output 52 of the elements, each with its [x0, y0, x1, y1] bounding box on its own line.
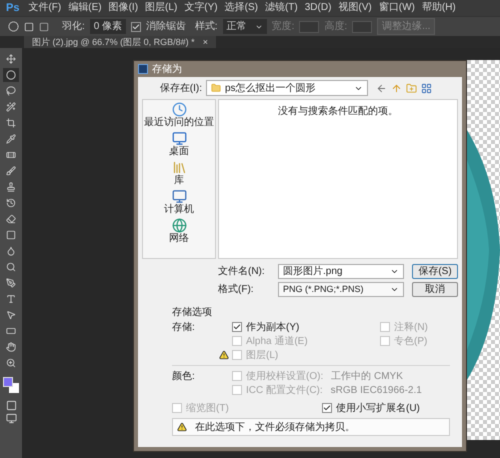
setting-value: 工作中的 CMYK [331, 370, 403, 384]
filename-field[interactable]: 圆形图片.png [278, 264, 404, 279]
save-button[interactable]: 保存(S) [412, 264, 458, 279]
dialog-title: 存储为 [152, 62, 182, 76]
color-label: 颜色: [172, 370, 196, 384]
checkbox-label: 使用小写扩展名(U) [336, 402, 420, 416]
menu-item[interactable]: 视图(V) [338, 3, 372, 13]
menu-item[interactable]: 滤镜(T) [264, 3, 298, 13]
checkbox-label: ICC 配置文件(C): [246, 384, 323, 398]
menu-item[interactable]: 选择(S) [224, 3, 258, 13]
setting-value: sRGB IEC61966-2.1 [330, 384, 422, 398]
menu-item[interactable]: 文字(Y) [184, 3, 218, 13]
save-label: 存储: [172, 320, 196, 334]
folder-dropdown[interactable]: ps怎么抠出一个圆形 [206, 80, 368, 96]
menu-item[interactable]: 帮助(H) [422, 3, 456, 13]
cancel-button[interactable]: 取消 [412, 282, 458, 297]
app-logo: Ps [5, 2, 20, 14]
filename-label: 文件名(N): [218, 264, 266, 279]
feather-field[interactable]: 0 像素 [90, 19, 126, 34]
checkbox-label: 作为副本(Y) [246, 320, 300, 334]
menu-item[interactable]: 编辑(E) [68, 3, 102, 13]
place-label[interactable]: 库 [174, 175, 184, 187]
save-in-label: 保存在(I): [158, 82, 202, 96]
height-label: 高度: [324, 20, 348, 34]
warning-message: 在此选项下，文件必须存储为拷贝。 [195, 420, 355, 434]
menu-item[interactable]: 窗口(W) [378, 3, 415, 13]
menu-item[interactable]: 文件(F) [28, 3, 62, 13]
menu-item[interactable]: 图像(I) [108, 3, 138, 13]
place-label[interactable]: 最近访问的位置 [144, 117, 214, 129]
checkbox-label: 专色(P) [394, 334, 428, 348]
checkbox-label: 图层(L) [246, 348, 278, 362]
document-title: 图片 (2).jpg @ 66.7% (图层 0, RGB/8#) * [32, 38, 195, 46]
place-label[interactable]: 计算机 [164, 204, 194, 216]
place-label[interactable]: 桌面 [169, 146, 189, 158]
style-dropdown[interactable]: 正常 [222, 19, 267, 34]
checkbox-label: 使用校样设置(O): [246, 370, 324, 384]
empty-message: 没有与搜索条件匹配的项。 [278, 104, 398, 119]
width-label: 宽度: [272, 20, 294, 34]
format-label: 格式(F): [218, 282, 255, 297]
style-label: 样式: [194, 20, 218, 34]
checkbox-label: 注释(N) [394, 320, 428, 334]
menu-item[interactable]: 图层(L) [145, 3, 178, 13]
antialias-label: 消除锯齿 [146, 20, 186, 34]
format-dropdown[interactable]: PNG (*.PNG;*.PNS) [278, 282, 404, 297]
save-options-heading: 存储选项 [172, 306, 213, 320]
close-button[interactable]: × [202, 38, 208, 46]
document-tab[interactable]: 图片 (2).jpg @ 66.7% (图层 0, RGB/8#) * × [24, 36, 216, 48]
checkbox-label: Alpha 通道(E) [246, 334, 308, 348]
menu-item[interactable]: 3D(D) [304, 3, 332, 13]
checkbox-label: 缩览图(T) [186, 402, 229, 416]
feather-label: 羽化: [62, 20, 85, 34]
place-label[interactable]: 网络 [169, 233, 189, 245]
